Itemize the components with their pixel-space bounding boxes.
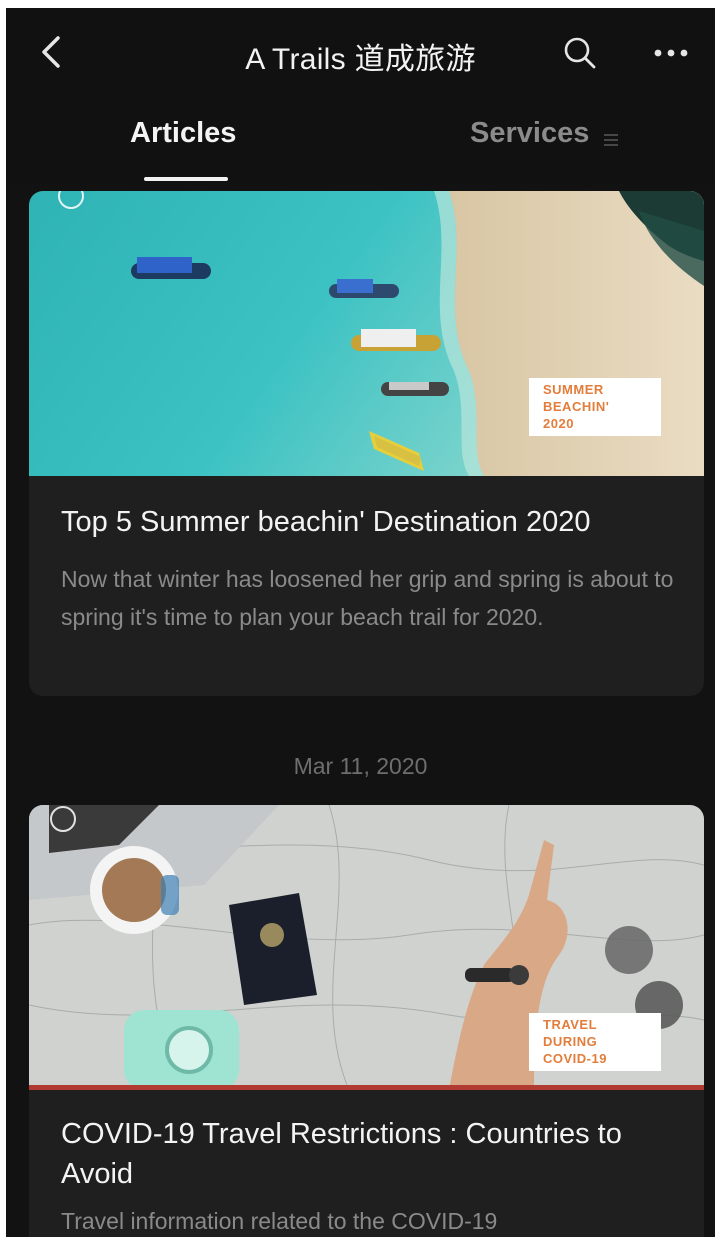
- article-title[interactable]: COVID-19 Travel Restrictions : Countries…: [61, 1114, 681, 1194]
- article-description: Now that winter has loosened her grip an…: [61, 566, 674, 630]
- article-card[interactable]: SUMMER BEACHIN' 2020 Top 5 Summer beachi…: [29, 191, 704, 696]
- chevron-left-icon[interactable]: [36, 32, 66, 72]
- more-horizontal-icon[interactable]: [651, 38, 691, 68]
- search-icon[interactable]: [561, 34, 599, 72]
- menu-lines-icon[interactable]: [603, 132, 619, 148]
- article-card[interactable]: TRAVEL DURING COVID-19 COVID-19 Travel R…: [29, 805, 704, 1237]
- active-tab-indicator: [144, 177, 228, 181]
- page-title: A Trails 道成旅游: [245, 43, 476, 76]
- article-badge: TRAVEL DURING COVID-19: [529, 1013, 661, 1071]
- article-description: Travel information related to the COVID-…: [61, 1208, 498, 1234]
- tab-services[interactable]: Services: [470, 117, 589, 150]
- article-feed: SUMMER BEACHIN' 2020 Top 5 Summer beachi…: [6, 183, 715, 1237]
- tab-articles[interactable]: Articles: [130, 117, 236, 150]
- article-date: Mar 11, 2020: [293, 753, 428, 779]
- app-screen: A Trails 道成旅游 Articles Services SUMMER B…: [6, 8, 715, 1237]
- top-bar: A Trails 道成旅游: [6, 8, 715, 103]
- article-badge: SUMMER BEACHIN' 2020: [529, 378, 661, 436]
- article-title[interactable]: Top 5 Summer beachin' Destination 2020: [61, 502, 681, 542]
